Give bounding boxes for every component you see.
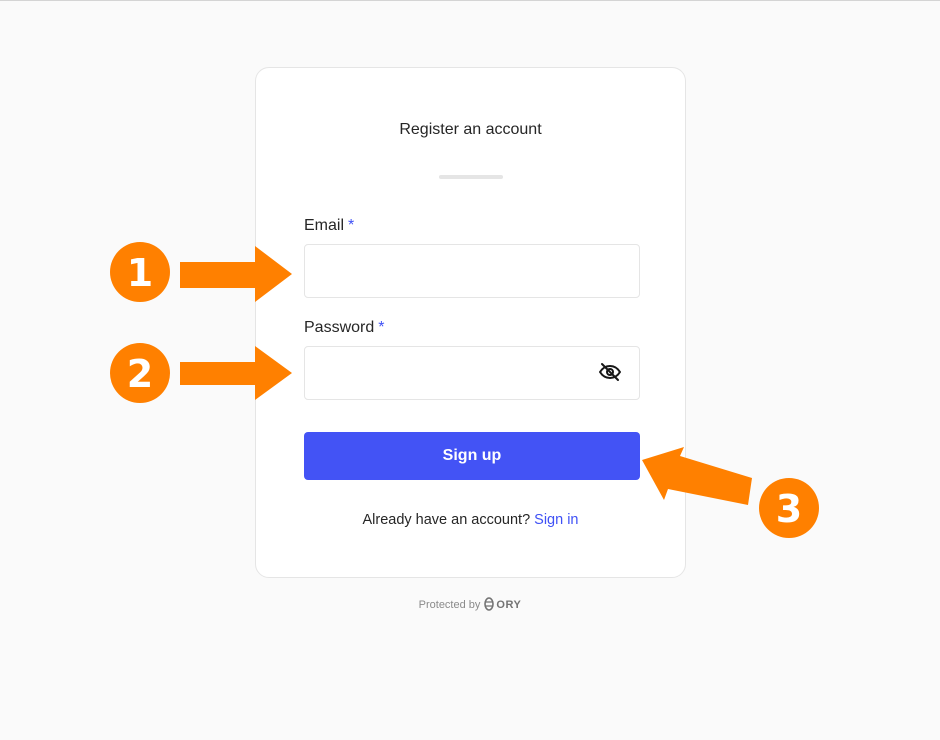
svg-text:3: 3 [776, 487, 802, 531]
email-input[interactable] [304, 244, 640, 298]
password-label: Password * [304, 319, 385, 336]
footer: Protected by ORY [418, 597, 522, 611]
signin-prompt: Already have an account? Sign in [362, 512, 579, 528]
email-label: Email * [304, 217, 355, 234]
registration-card: Register an account Email * Password * Sig… [255, 67, 686, 578]
annotation-marker-2: 2 [110, 343, 170, 403]
annotation-marker-1: 1 [110, 242, 170, 302]
logo-placeholder [439, 175, 503, 179]
sign-in-link[interactable]: Sign in [534, 512, 578, 528]
required-mark: * [348, 217, 355, 234]
sign-up-button[interactable]: Sign up [304, 432, 640, 480]
svg-text:1: 1 [127, 251, 153, 295]
top-divider [0, 0, 940, 1]
eye-off-icon[interactable] [598, 360, 622, 384]
required-mark: * [378, 319, 385, 336]
ory-brand: ORY [496, 599, 522, 611]
password-input[interactable] [304, 346, 640, 400]
ory-logo-icon [484, 597, 495, 611]
annotation-marker-3: 3 [759, 478, 819, 538]
svg-text:2: 2 [127, 352, 153, 396]
page-title: Register an account [399, 121, 542, 138]
